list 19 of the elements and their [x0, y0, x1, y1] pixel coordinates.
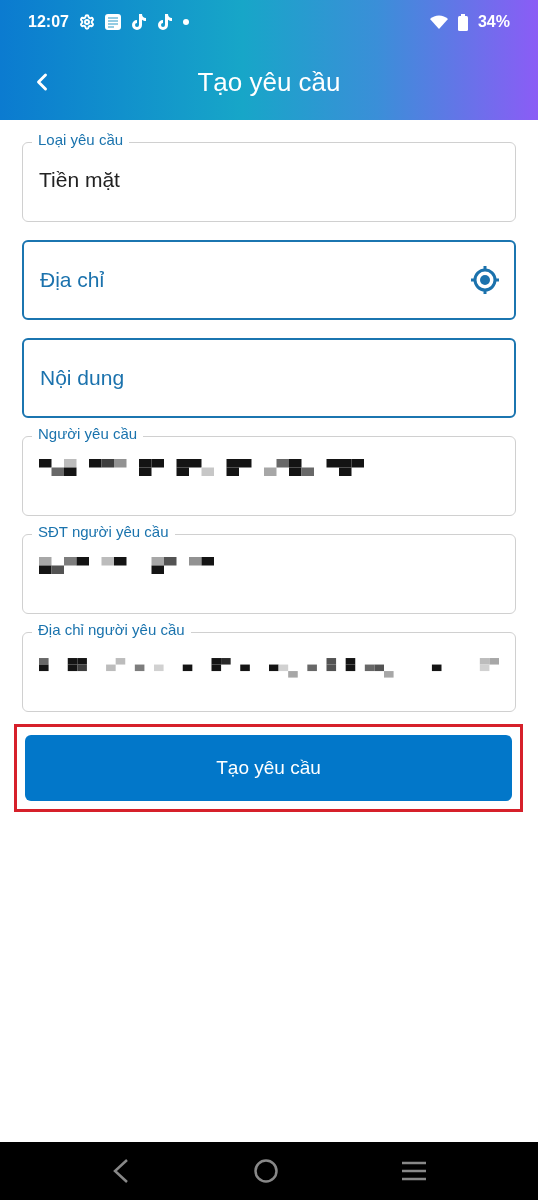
field-label: Địa chỉ người yêu cầu	[32, 621, 191, 638]
music-note-icon	[130, 13, 147, 31]
news-app-icon	[104, 14, 121, 30]
battery-icon	[457, 13, 468, 31]
address-field[interactable]: Địa chỉ	[22, 240, 516, 320]
create-request-button[interactable]: Tạo yêu cầu	[25, 735, 512, 801]
field-value: Tiền mặt	[39, 168, 120, 192]
settings-icon	[78, 14, 95, 30]
field-label: Loại yêu cầu	[32, 131, 130, 148]
dot-icon	[182, 19, 189, 25]
page-title: Tạo yêu cầu	[197, 66, 341, 98]
field-label: SĐT người yêu cầu	[32, 523, 175, 540]
music-note-icon	[156, 13, 173, 31]
locate-icon[interactable]	[470, 265, 500, 295]
wifi-icon	[429, 15, 448, 29]
content-field[interactable]: Nội dung	[22, 338, 516, 418]
field-label: Người yêu cầu	[32, 425, 144, 442]
battery-percent: 34%	[477, 13, 510, 31]
status-time: 12:07	[28, 13, 69, 31]
